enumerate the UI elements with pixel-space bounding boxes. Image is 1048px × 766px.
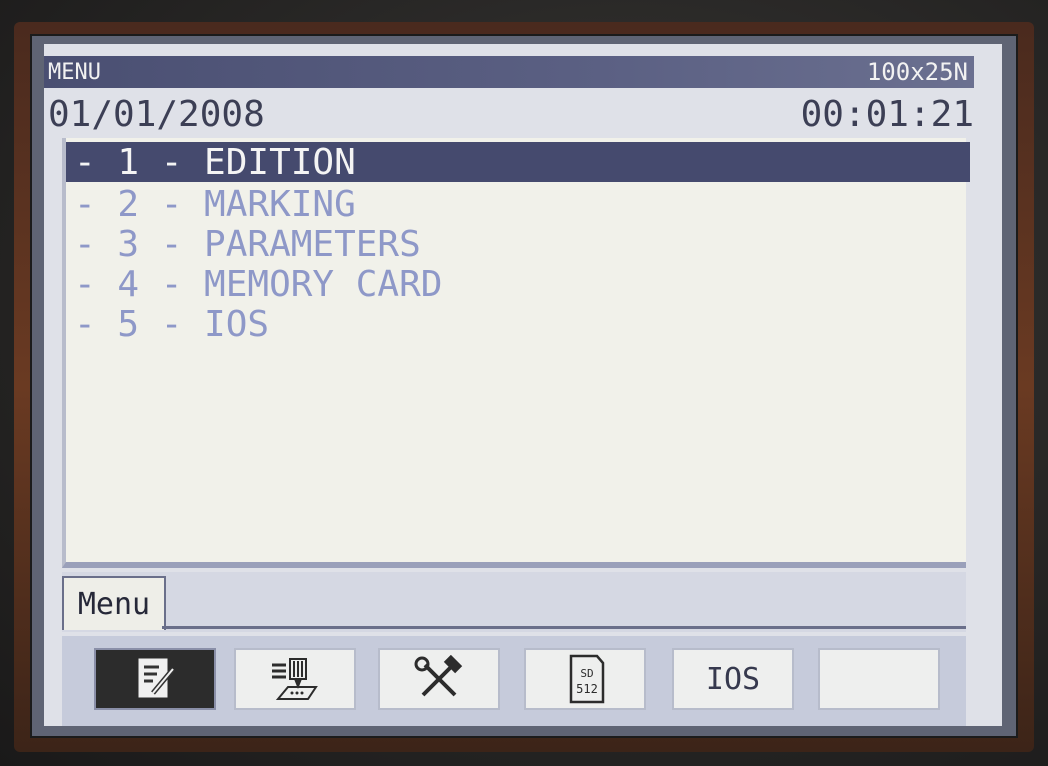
menu-item-label: - 4 - MEMORY CARD xyxy=(74,263,443,305)
function-toolbar: SD 512 IOS xyxy=(62,636,966,726)
tab-divider xyxy=(162,626,966,629)
memory-card-button[interactable]: SD 512 xyxy=(524,648,646,710)
empty-function-button[interactable] xyxy=(818,648,940,710)
time-display: 00:01:21 xyxy=(800,93,974,135)
svg-text:SD: SD xyxy=(580,667,593,680)
menu-item-label: - 5 - IOS xyxy=(74,303,270,345)
menu-item-label: - 2 - MARKING xyxy=(74,183,356,225)
sd-card-icon: SD 512 xyxy=(569,654,605,704)
menu-item-label: - 1 - EDITION xyxy=(74,141,356,183)
tab-menu[interactable]: Menu xyxy=(62,576,166,630)
title-label: MENU xyxy=(48,59,101,85)
menu-item-memory-card[interactable]: - 4 - MEMORY CARD xyxy=(66,263,970,305)
edition-button[interactable] xyxy=(94,648,216,710)
lcd-screen: MENU 100x25N 01/01/2008 00:01:21 - 1 - E… xyxy=(44,44,1002,726)
svg-text:512: 512 xyxy=(576,682,598,696)
menu-item-edition[interactable]: - 1 - EDITION xyxy=(66,141,970,183)
ios-button-label: IOS xyxy=(705,661,761,697)
title-bar: MENU 100x25N xyxy=(44,56,974,88)
ios-button[interactable]: IOS xyxy=(672,648,794,710)
date-display: 01/01/2008 xyxy=(48,93,265,135)
parameters-button[interactable] xyxy=(378,648,500,710)
menu-item-ios[interactable]: - 5 - IOS xyxy=(66,303,970,345)
lcd-screen-border: MENU 100x25N 01/01/2008 00:01:21 - 1 - E… xyxy=(30,34,1018,738)
menu-item-marking[interactable]: - 2 - MARKING xyxy=(66,183,970,225)
tab-label: Menu xyxy=(77,586,151,622)
menu-item-parameters[interactable]: - 3 - PARAMETERS xyxy=(66,223,970,265)
menu-item-label: - 3 - PARAMETERS xyxy=(74,223,421,265)
menu-list: - 1 - EDITION - 2 - MARKING - 3 - PARAME… xyxy=(62,138,970,568)
edit-document-icon xyxy=(138,658,175,698)
tools-icon xyxy=(414,655,463,697)
status-row: 01/01/2008 00:01:21 xyxy=(48,92,974,136)
marking-button[interactable] xyxy=(234,648,356,710)
tab-strip: Menu xyxy=(62,572,966,632)
marking-head-icon xyxy=(272,658,318,700)
mode-indicator: 100x25N xyxy=(866,58,968,86)
